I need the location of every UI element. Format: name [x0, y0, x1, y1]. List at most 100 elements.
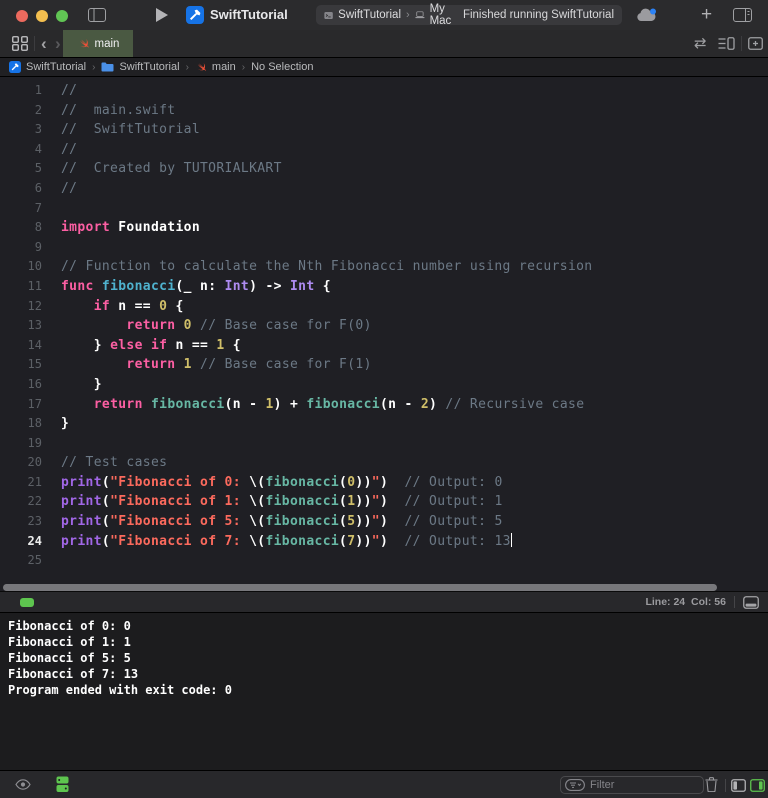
code-line: 22 print("Fibonacci of 1: \(fibonacci(1))…: [0, 492, 768, 512]
hide-debug-area-button[interactable]: [743, 596, 759, 609]
line-number-gutter[interactable]: 20: [0, 453, 42, 473]
run-destination: My Mac: [429, 3, 452, 27]
code-text: //: [61, 180, 78, 196]
navigator-sidebar-toggle-button[interactable]: [88, 8, 106, 22]
code-text: // main.swift: [61, 102, 176, 118]
code-line: 25: [0, 551, 768, 571]
close-window-button[interactable]: [16, 10, 28, 22]
line-number-gutter[interactable]: 1: [0, 81, 42, 101]
line-number-gutter[interactable]: 18: [0, 414, 42, 434]
variables-view-toggle[interactable]: [731, 779, 746, 792]
activity-status: Finished running SwiftTutorial: [462, 9, 614, 21]
console-line: Fibonacci of 5: 5: [8, 651, 131, 665]
breadcrumb-group[interactable]: SwiftTutorial: [119, 61, 179, 73]
line-number-gutter[interactable]: 3: [0, 120, 42, 140]
scheme-selector[interactable]: SwiftTutorial › My Mac Finished running …: [316, 3, 622, 27]
jump-bar: SwiftTutorial › SwiftTutorial › main › N…: [0, 58, 768, 77]
line-number-gutter[interactable]: 25: [0, 551, 42, 571]
console-output: Fibonacci of 0: 0 Fibonacci of 1: 1 Fibona…: [8, 618, 768, 698]
code-review-button[interactable]: ⇄: [694, 30, 707, 57]
variables-pane-icon: [731, 779, 746, 792]
code-line: 13 return 0 // Base case for F(0): [0, 316, 768, 336]
minimize-window-button[interactable]: [36, 10, 48, 22]
editor-status-bar: Line: 24 Col: 56: [0, 591, 768, 613]
filter-placeholder: Filter: [590, 779, 615, 791]
tab-label: main: [94, 37, 120, 50]
console-filter-field[interactable]: Filter: [560, 776, 704, 794]
add-button[interactable]: +: [701, 0, 712, 30]
editor-options-button[interactable]: [718, 37, 735, 50]
breadcrumb-file[interactable]: main: [212, 61, 236, 73]
title-bar: SwiftTutorial SwiftTutorial › My Mac Fin…: [0, 0, 768, 31]
project-breadcrumb-icon: [9, 61, 21, 73]
code-line: 23 print("Fibonacci of 5: \(fibonacci(5))…: [0, 512, 768, 532]
inspector-sidebar-toggle-button[interactable]: [733, 8, 752, 22]
code-line: 2 // main.swift: [0, 101, 768, 121]
code-line: 3 // SwiftTutorial: [0, 120, 768, 140]
console-line: Program ended with exit code: 0: [8, 683, 232, 697]
console-mode-button[interactable]: [56, 776, 69, 793]
breadcrumb-selection[interactable]: No Selection: [251, 61, 313, 73]
line-number-gutter[interactable]: 19: [0, 434, 42, 454]
related-items-grid-button[interactable]: [12, 36, 28, 51]
code-line: 11 func fibonacci(_ n: Int) -> Int {: [0, 277, 768, 297]
code-text: // Test cases: [61, 455, 168, 471]
line-number-gutter[interactable]: 23: [0, 512, 42, 532]
breadcrumb-separator: ›: [185, 61, 189, 73]
code-lines: 1 // 2 // main.swift 3 // SwiftTutorial 4 // 5 //…: [0, 81, 768, 571]
code-line: 6 //: [0, 179, 768, 199]
code-text: }: [61, 416, 70, 432]
cloud-icon: [637, 8, 656, 21]
breadcrumb-project[interactable]: SwiftTutorial: [26, 61, 86, 73]
tabbar-divider-right: [741, 36, 742, 51]
line-number-gutter[interactable]: 9: [0, 238, 42, 258]
folder-icon: [101, 62, 114, 72]
code-text: // Created by TUTORIALKART: [61, 161, 282, 177]
cursor-position-label: Line: 24 Col: 56: [645, 596, 726, 608]
line-number-gutter[interactable]: 15: [0, 355, 42, 375]
code-line: 14 } else if n == 1 {: [0, 336, 768, 356]
line-number-gutter[interactable]: 12: [0, 297, 42, 317]
tab-main[interactable]: main: [63, 30, 133, 57]
line-number-gutter[interactable]: 14: [0, 336, 42, 356]
clear-console-button[interactable]: [705, 777, 718, 792]
code-line: 7: [0, 199, 768, 219]
variables-visibility-button[interactable]: [15, 779, 31, 790]
line-number-gutter[interactable]: 10: [0, 257, 42, 277]
go-forward-button[interactable]: ›: [55, 30, 61, 57]
source-editor[interactable]: 1 // 2 // main.swift 3 // SwiftTutorial 4 // 5 //…: [0, 77, 768, 595]
add-editor-button[interactable]: [748, 37, 763, 50]
console-view-toggle[interactable]: [750, 779, 765, 792]
horizontal-scrollbar[interactable]: [3, 584, 717, 591]
code-line: 5 // Created by TUTORIALKART: [0, 159, 768, 179]
zoom-window-button[interactable]: [56, 10, 68, 22]
line-number-gutter[interactable]: 6: [0, 179, 42, 199]
line-number-gutter[interactable]: 22: [0, 492, 42, 512]
grid-icon: [12, 36, 28, 51]
run-button[interactable]: [156, 8, 168, 22]
code-line: 1 //: [0, 81, 768, 101]
line-number-gutter[interactable]: 24: [0, 532, 42, 552]
line-number-gutter[interactable]: 13: [0, 316, 42, 336]
code-text: // Function to calculate the Nth Fibonac…: [61, 259, 593, 275]
line-number-gutter[interactable]: 21: [0, 473, 42, 493]
scheme-name: SwiftTutorial: [338, 9, 402, 21]
code-line: 10 // Function to calculate the Nth Fibon…: [0, 257, 768, 277]
my-mac-icon: [415, 11, 425, 19]
line-number-gutter[interactable]: 16: [0, 375, 42, 395]
line-number-gutter[interactable]: 7: [0, 199, 42, 219]
line-number-gutter[interactable]: 17: [0, 395, 42, 415]
debug-console[interactable]: Fibonacci of 0: 0 Fibonacci of 1: 1 Fibona…: [0, 613, 768, 770]
window-title: SwiftTutorial: [210, 7, 288, 22]
code-line: 17 return fibonacci(n - 1) + fibonacci(n…: [0, 395, 768, 415]
line-number-gutter[interactable]: 2: [0, 101, 42, 121]
line-number-gutter[interactable]: 4: [0, 140, 42, 160]
line-number-gutter[interactable]: 11: [0, 277, 42, 297]
code-text: if n == 0 {: [93, 298, 184, 314]
line-number-gutter[interactable]: 5: [0, 159, 42, 179]
code-text: // SwiftTutorial: [61, 122, 201, 138]
code-text: return 0 // Base case for F(0): [126, 318, 372, 334]
swift-breadcrumb-icon: [197, 62, 207, 72]
go-back-button[interactable]: ‹: [41, 30, 47, 57]
line-number-gutter[interactable]: 8: [0, 218, 42, 238]
